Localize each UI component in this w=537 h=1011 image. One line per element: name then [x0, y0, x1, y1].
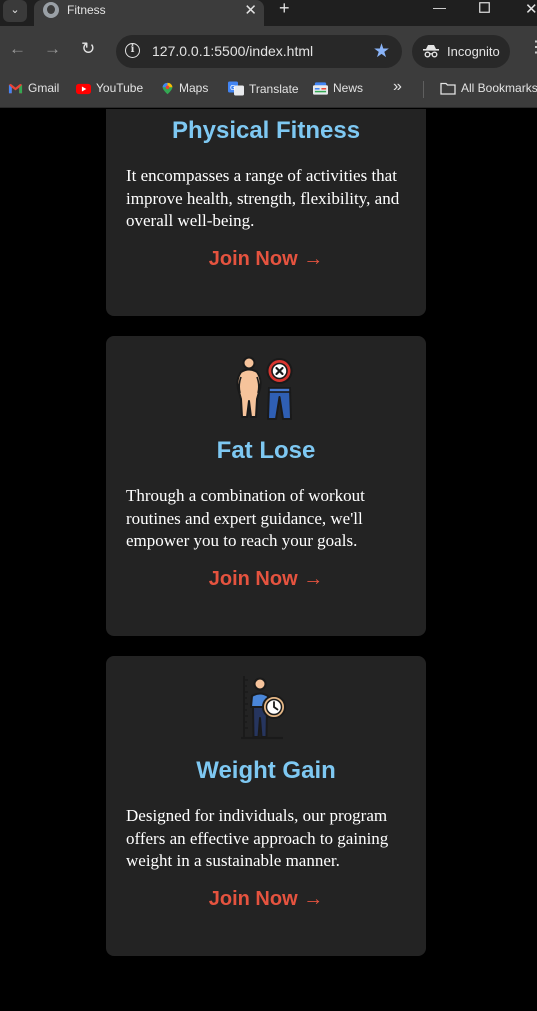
news-icon — [313, 82, 328, 95]
bookmark-maps[interactable]: Maps — [161, 81, 208, 95]
browser-toolbar: ← → ↻ i 127.0.0.1:5500/index.html ★ Inco… — [0, 26, 537, 72]
globe-icon — [43, 2, 59, 18]
svg-text:G: G — [230, 84, 235, 92]
browser-menu-icon[interactable]: ⋮ — [528, 40, 537, 56]
card-description: Through a combination of workout routine… — [126, 486, 365, 551]
bookmark-translate[interactable]: G Translate — [228, 81, 299, 96]
bookmark-label: Maps — [179, 81, 209, 95]
bookmark-news[interactable]: News — [313, 81, 363, 95]
join-now-link[interactable]: Join Now → — [106, 888, 426, 911]
tab-search-button[interactable]: ⌄ — [3, 0, 27, 22]
card-title: Weight Gain — [196, 757, 336, 784]
close-tab-icon[interactable]: ✕ — [244, 1, 257, 19]
join-now-link[interactable]: Join Now → — [106, 248, 426, 271]
chevron-down-icon: ⌄ — [10, 4, 20, 16]
maps-icon — [162, 82, 173, 95]
weight-gain-icon — [241, 676, 286, 740]
close-window-icon[interactable]: ✕ — [525, 0, 537, 18]
card-description: Designed for individuals, our program of… — [126, 806, 389, 871]
bookmark-gmail[interactable]: Gmail — [8, 81, 59, 95]
back-arrow-icon[interactable]: ← — [9, 40, 26, 57]
weight-loss-icon — [236, 356, 293, 420]
bookmarks-bar: Gmail YouTube Maps G Translate News » Al… — [0, 72, 537, 108]
page-viewport: Physical Fitness It encompasses a range … — [0, 109, 537, 1011]
incognito-label: Incognito — [447, 44, 500, 59]
new-tab-button[interactable]: + — [279, 0, 290, 19]
gmail-icon — [8, 83, 23, 94]
translate-icon: G — [228, 81, 244, 96]
all-bookmarks-label: All Bookmarks — [461, 81, 537, 95]
forward-arrow-icon[interactable]: → — [44, 40, 61, 57]
bookmark-label: Translate — [249, 82, 299, 96]
minimize-icon[interactable]: — — [433, 0, 446, 15]
card-weight-gain: Weight Gain Designed for individuals, ou… — [106, 656, 426, 956]
card-physical-fitness: Physical Fitness It encompasses a range … — [106, 109, 426, 316]
bookmarks-divider — [423, 81, 424, 98]
bookmark-label: News — [333, 81, 364, 95]
card-fat-lose: Fat Lose Through a combination of workou… — [106, 336, 426, 636]
card-title: Physical Fitness — [171, 117, 361, 144]
card-title: Fat Lose — [216, 437, 316, 464]
join-now-link[interactable]: Join Now → — [106, 568, 426, 591]
tab-fitness[interactable]: Fitness ✕ — [34, 0, 264, 26]
all-bookmarks-button[interactable]: All Bookmarks — [440, 81, 537, 95]
incognito-button[interactable]: Incognito — [412, 35, 510, 68]
bookmark-label: YouTube — [96, 81, 144, 95]
url-text[interactable]: 127.0.0.1:5500/index.html — [152, 43, 313, 59]
bookmark-youtube[interactable]: YouTube — [76, 81, 143, 95]
tab-title: Fitness — [67, 3, 106, 17]
tab-strip: ⌄ Fitness ✕ + — ✕ — [0, 0, 537, 26]
bookmark-star-icon[interactable]: ★ — [373, 40, 390, 63]
address-bar[interactable]: i 127.0.0.1:5500/index.html ★ — [116, 35, 402, 68]
folder-icon — [440, 82, 456, 95]
bookmarks-overflow-button[interactable]: » — [393, 78, 402, 96]
site-info-icon[interactable]: i — [125, 43, 140, 58]
reload-icon[interactable]: ↻ — [81, 40, 95, 57]
bookmark-label: Gmail — [28, 81, 60, 95]
card-description: It encompasses a range of activities tha… — [126, 166, 400, 231]
maximize-icon[interactable] — [479, 1, 490, 16]
incognito-icon — [423, 45, 439, 58]
youtube-icon — [76, 83, 91, 95]
